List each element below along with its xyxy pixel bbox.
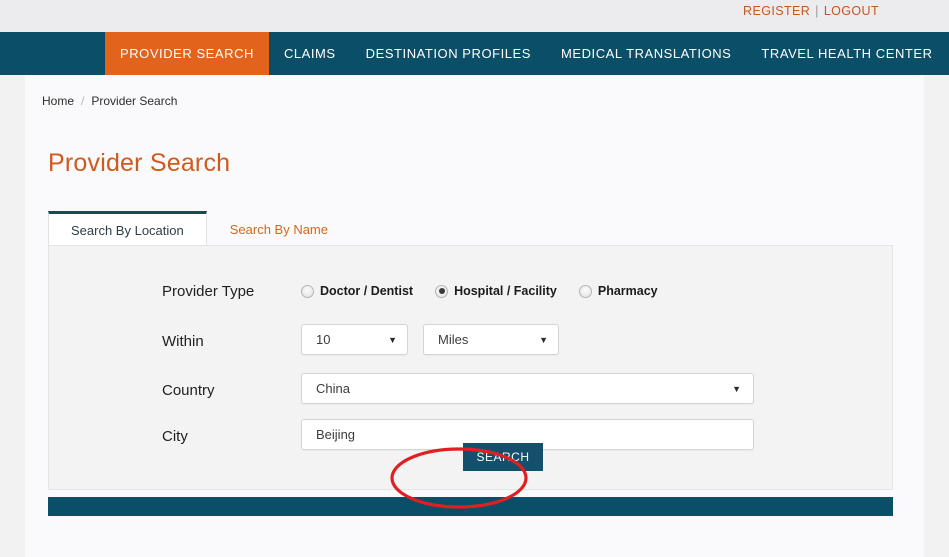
within-distance-value: 10 [316, 332, 331, 347]
provider-type-label: Provider Type [162, 283, 255, 300]
chevron-down-icon: ▼ [388, 334, 397, 345]
top-utility-bar: REGISTER | LOGOUT [0, 0, 949, 32]
radio-hospital-facility[interactable]: Hospital / Facility [435, 284, 557, 298]
breadcrumb-separator: / [81, 94, 85, 108]
account-links: REGISTER | LOGOUT [743, 0, 879, 22]
nav-item-travel-health-center[interactable]: TRAVEL HEALTH CENTER [746, 32, 947, 75]
nav-item-medical-translations[interactable]: MEDICAL TRANSLATIONS [546, 32, 746, 75]
nav-item-destination-profiles[interactable]: DESTINATION PROFILES [351, 32, 546, 75]
within-row: Within 10 ▼ Miles ▼ [49, 324, 892, 363]
within-label: Within [162, 333, 204, 350]
radio-label: Pharmacy [597, 284, 658, 298]
footer-bar [48, 497, 893, 516]
country-select[interactable]: China ▼ [301, 373, 754, 404]
provider-type-row: Provider Type Doctor / Dentist Hospital … [49, 283, 892, 313]
provider-type-radio-group: Doctor / Dentist Hospital / Facility Pha… [301, 284, 680, 298]
radio-icon [301, 284, 314, 298]
page-title: Provider Search [48, 149, 231, 177]
search-tabs: Search By Location Search By Name [48, 209, 893, 246]
tab-search-by-name[interactable]: Search By Name [207, 211, 351, 246]
link-separator: | [815, 4, 819, 18]
radio-pharmacy[interactable]: Pharmacy [578, 284, 658, 298]
breadcrumb-current: Provider Search [91, 94, 178, 108]
main-navigation: PROVIDER SEARCH CLAIMS DESTINATION PROFI… [0, 32, 949, 75]
city-label: City [162, 428, 188, 445]
nav-item-claims[interactable]: CLAIMS [269, 32, 351, 75]
within-distance-select[interactable]: 10 ▼ [301, 324, 408, 355]
breadcrumb: Home / Provider Search [42, 94, 177, 108]
page-root: REGISTER | LOGOUT PROVIDER SEARCH CLAIMS D… [0, 0, 949, 557]
country-value: China [316, 381, 350, 396]
radio-icon [578, 284, 592, 298]
radio-label: Doctor / Dentist [320, 284, 414, 298]
logout-link[interactable]: LOGOUT [824, 4, 879, 18]
chevron-down-icon: ▼ [539, 334, 548, 345]
radio-icon [435, 284, 449, 298]
country-label: Country [162, 382, 215, 399]
radio-label: Hospital / Facility [454, 284, 557, 298]
city-value: Beijing [316, 427, 356, 442]
content-sheet: Home / Provider Search Provider Search Sea… [25, 75, 924, 557]
nav-item-provider-search[interactable]: PROVIDER SEARCH [105, 32, 269, 75]
within-unit-select[interactable]: Miles ▼ [423, 324, 559, 355]
country-row: Country China ▼ [49, 373, 892, 412]
nav-items: PROVIDER SEARCH CLAIMS DESTINATION PROFI… [105, 32, 948, 75]
within-unit-value: Miles [438, 332, 469, 347]
radio-doctor-dentist[interactable]: Doctor / Dentist [301, 284, 413, 298]
chevron-down-icon: ▼ [732, 383, 741, 394]
register-link[interactable]: REGISTER [743, 4, 810, 18]
tab-search-by-location[interactable]: Search By Location [48, 211, 207, 246]
breadcrumb-home[interactable]: Home [42, 94, 74, 108]
search-form-panel: Provider Type Doctor / Dentist Hospital … [48, 245, 893, 490]
search-button[interactable]: SEARCH [463, 443, 543, 471]
